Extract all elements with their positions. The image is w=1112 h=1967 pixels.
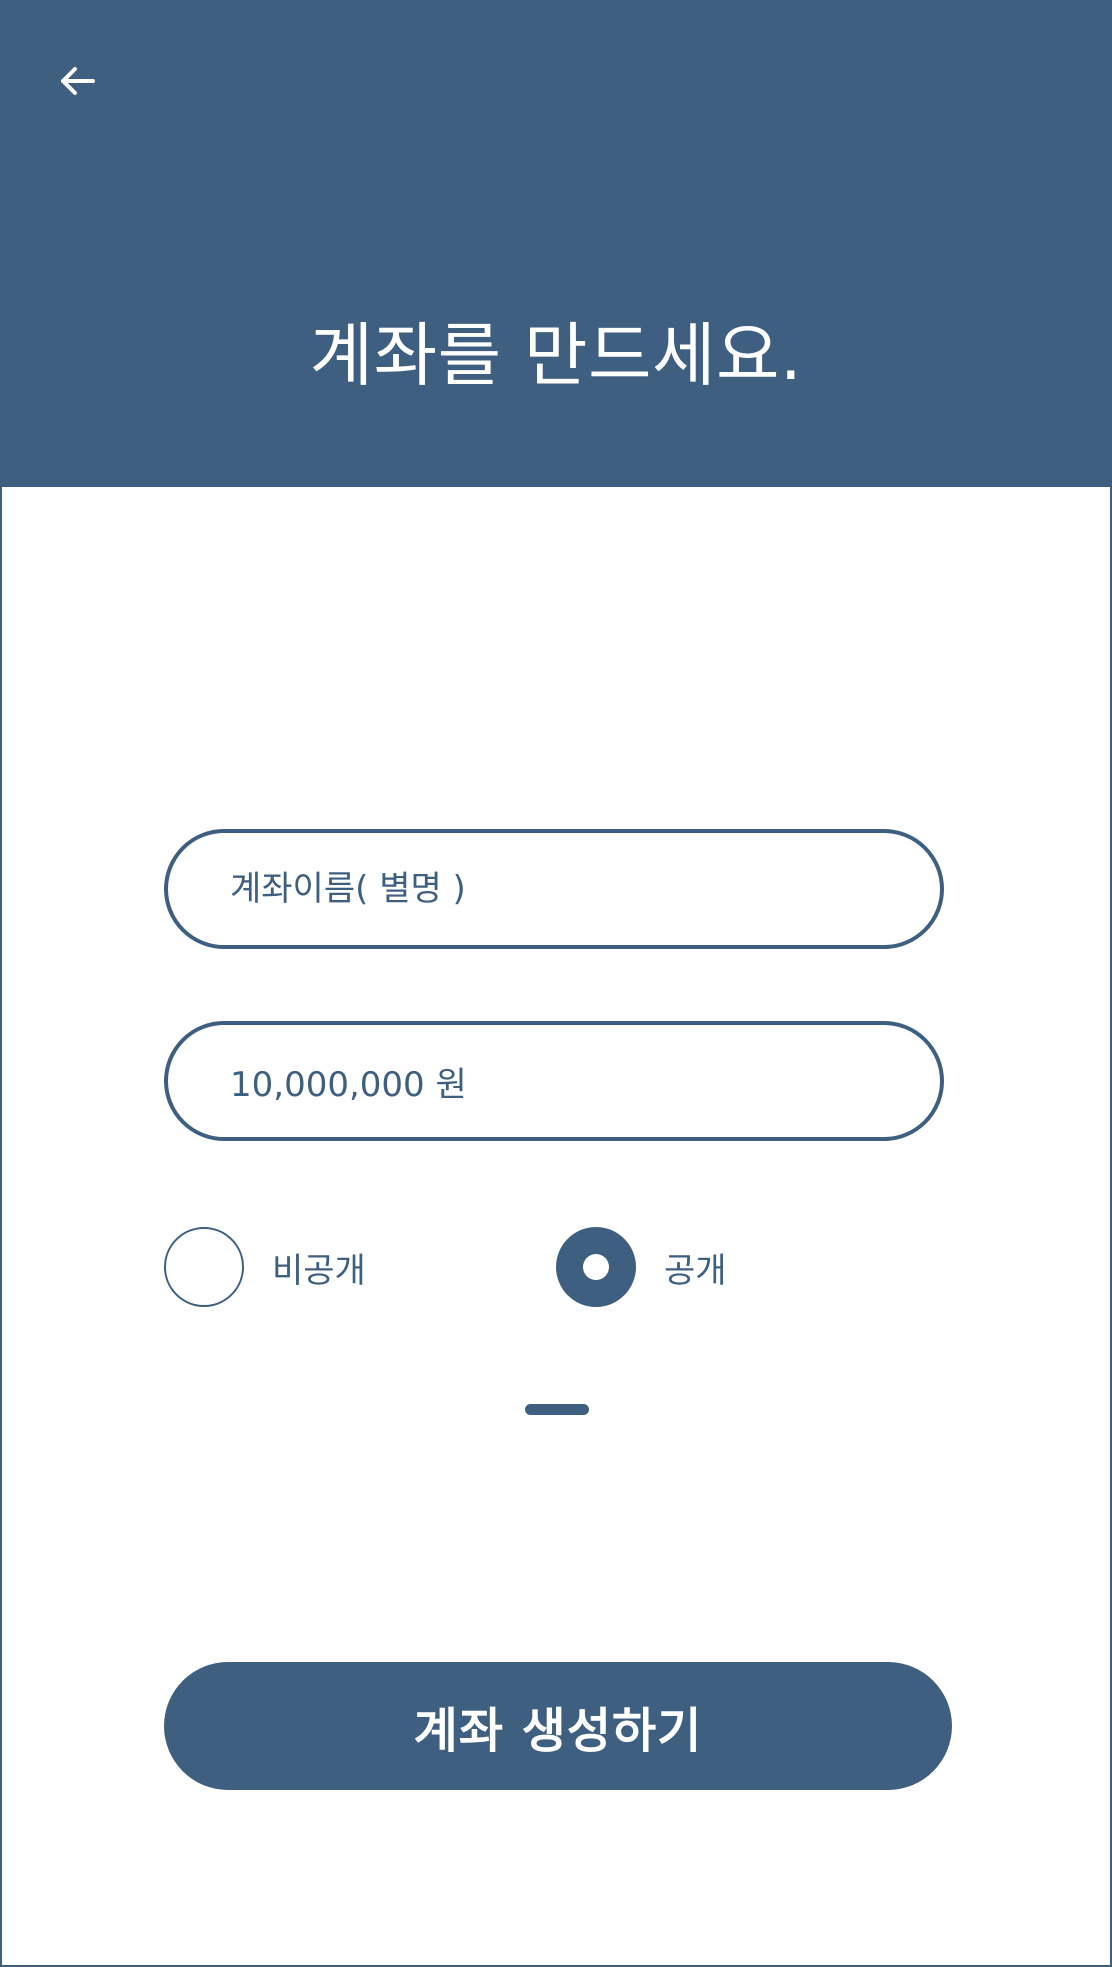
arrow-left-icon — [53, 57, 101, 105]
radio-label-private: 비공개 — [272, 1250, 366, 1291]
back-button[interactable] — [50, 54, 104, 108]
radio-option-private[interactable]: 비공개 — [164, 1226, 366, 1308]
radio-unselected-icon[interactable] — [164, 1227, 244, 1307]
radio-dot — [583, 1254, 609, 1280]
header-banner: 계좌를 만드세요. — [2, 2, 1110, 487]
amount-field[interactable] — [164, 1021, 944, 1141]
dash-indicator — [525, 1404, 589, 1415]
radio-label-public: 공개 — [664, 1250, 727, 1291]
create-account-button[interactable]: 계좌 생성하기 — [164, 1662, 952, 1790]
create-account-screen: 계좌를 만드세요. 비공개 공개 계좌 생성하기 — [0, 0, 1112, 1967]
radio-option-public[interactable]: 공개 — [556, 1226, 727, 1308]
account-name-input[interactable] — [168, 833, 940, 945]
amount-input[interactable] — [168, 1025, 940, 1137]
page-title: 계좌를 만드세요. — [309, 316, 803, 396]
radio-selected-icon[interactable] — [556, 1227, 636, 1307]
account-name-field[interactable] — [164, 829, 944, 949]
